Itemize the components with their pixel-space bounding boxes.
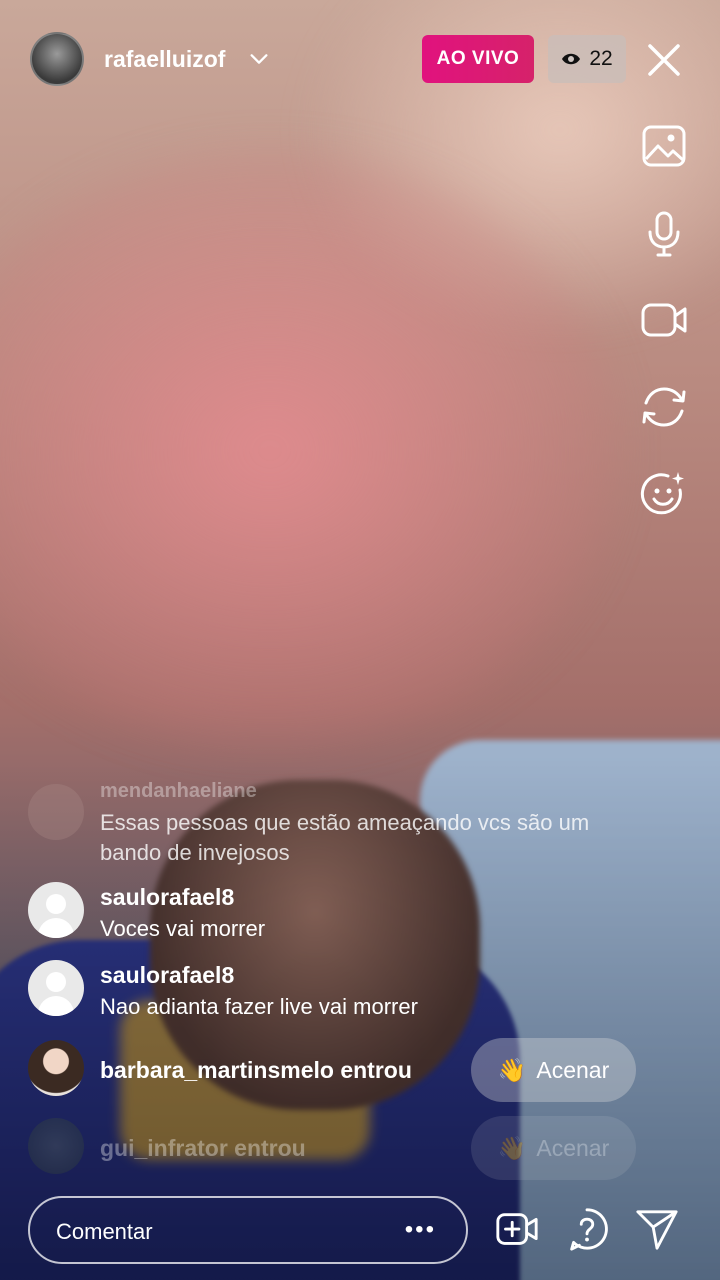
joiner-avatar[interactable] [28, 1118, 84, 1174]
waving-hand-icon: 👋 [497, 1056, 527, 1083]
comment-text: Essas pessoas que estão ameaçando vcs sã… [100, 810, 590, 865]
comment-username[interactable]: saulorafael8 [100, 884, 234, 911]
chevron-down-icon[interactable] [248, 48, 270, 70]
viewer-count: 22 [589, 47, 613, 70]
join-text[interactable]: gui_infrator entrou [100, 1135, 306, 1162]
waving-hand-icon: 👋 [497, 1134, 527, 1161]
top-bar: rafaelluizof AO VIVO 22 [0, 30, 720, 90]
add-guest-icon[interactable] [494, 1206, 540, 1252]
eye-icon [562, 53, 581, 65]
commenter-avatar[interactable] [28, 960, 84, 1016]
commenter-avatar[interactable] [28, 882, 84, 938]
host-avatar[interactable] [30, 32, 84, 86]
question-icon[interactable] [564, 1206, 610, 1252]
joiner-avatar[interactable] [28, 1040, 84, 1096]
comment-text: Nao adianta fazer live vai morrer [100, 994, 418, 1019]
live-badge: AO VIVO [422, 35, 534, 83]
wave-label: Acenar [536, 1134, 610, 1161]
gallery-icon[interactable] [640, 122, 688, 170]
comment-placeholder: Comentar [56, 1219, 153, 1244]
comment-username[interactable]: saulorafael8 [100, 962, 234, 989]
host-username[interactable]: rafaelluizof [104, 46, 225, 73]
commenter-avatar[interactable] [28, 784, 84, 840]
viewer-count-badge[interactable]: 22 [548, 35, 626, 83]
more-options-icon[interactable]: ••• [405, 1216, 436, 1244]
flip-camera-icon[interactable] [640, 383, 688, 431]
comment-username[interactable]: mendanhaeliane [100, 780, 257, 803]
close-icon[interactable] [644, 40, 684, 80]
wave-button[interactable]: 👋 Acenar [471, 1116, 636, 1180]
face-effects-icon[interactable] [640, 470, 688, 518]
send-icon[interactable] [634, 1206, 680, 1252]
wave-button[interactable]: 👋 Acenar [471, 1038, 636, 1102]
video-camera-icon[interactable] [640, 296, 688, 344]
comment-text: Voces vai morrer [100, 916, 266, 941]
wave-label: Acenar [536, 1056, 610, 1083]
comment-input[interactable]: Comentar ••• [28, 1196, 468, 1264]
microphone-icon[interactable] [640, 210, 688, 258]
join-text[interactable]: barbara_martinsmelo entrou [100, 1057, 412, 1084]
